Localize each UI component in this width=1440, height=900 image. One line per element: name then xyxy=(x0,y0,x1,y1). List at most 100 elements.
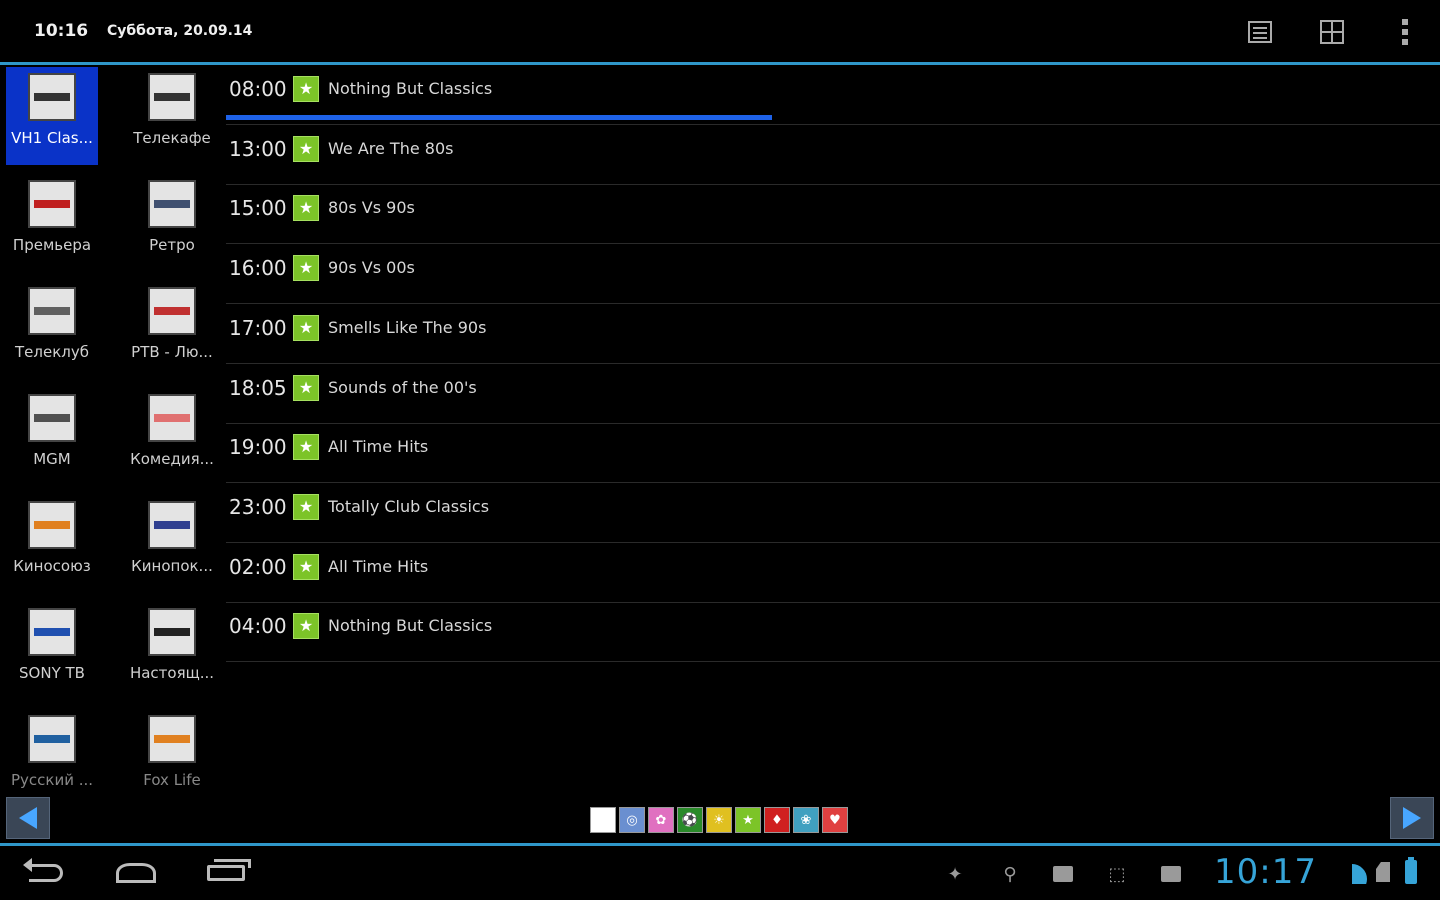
recent-apps-button[interactable] xyxy=(198,856,254,890)
channel-name: Русский ... xyxy=(10,771,94,789)
program-row[interactable]: 17:00 ★ Smells Like The 90s xyxy=(226,304,1440,364)
channel-name: Киносоюз xyxy=(13,557,91,575)
channel-name: Телекафе xyxy=(133,129,211,147)
screen-rotate-icon: ⬚ xyxy=(1108,863,1126,885)
star-icon: ★ xyxy=(293,493,319,520)
channel-name: Премьера xyxy=(12,236,92,254)
star-icon: ★ xyxy=(293,255,319,282)
channel-name: Комедия... xyxy=(130,450,214,468)
program-time: 18:05 xyxy=(229,375,287,400)
channel-logo xyxy=(28,608,76,656)
program-progress-bar xyxy=(226,115,1440,120)
channel-logo xyxy=(148,73,196,121)
channel-name: Ретро xyxy=(149,236,195,254)
program-title: 90s Vs 00s xyxy=(328,258,415,278)
grid-view-button[interactable] xyxy=(1312,12,1352,52)
download-done-icon xyxy=(1050,862,1076,886)
battery-icon xyxy=(1405,857,1417,884)
arrow-right-icon xyxy=(1403,807,1421,829)
program-time: 02:00 xyxy=(229,554,287,579)
channel-name: SONY ТВ xyxy=(19,664,85,682)
star-icon: ★ xyxy=(293,553,319,580)
channel-logo xyxy=(148,715,196,763)
globe-filter-icon[interactable]: ◎ xyxy=(619,807,645,833)
program-row[interactable]: 16:00 ★ 90s Vs 00s xyxy=(226,244,1440,305)
channel-tile[interactable]: Премьера xyxy=(6,174,98,272)
header-date: Суббота, 20.09.14 xyxy=(107,23,253,39)
program-title: We Are The 80s xyxy=(328,138,454,158)
channel-tile[interactable]: Настоящ... xyxy=(126,602,218,700)
channel-tile[interactable]: Телекафе xyxy=(126,67,218,165)
channel-logo xyxy=(28,715,76,763)
back-icon xyxy=(23,858,63,882)
program-list: 08:00 ★ Nothing But Classics 13:00 ★ We Are T… xyxy=(226,65,1440,665)
channel-name: Кинопок... xyxy=(131,557,213,575)
red-filter-icon[interactable]: ♦ xyxy=(764,807,790,833)
channel-name: VH1 Clas... xyxy=(11,129,93,147)
back-button[interactable] xyxy=(18,856,74,890)
program-row[interactable]: 15:00 ★ 80s Vs 90s xyxy=(226,184,1440,245)
channel-logo xyxy=(148,608,196,656)
sport-filter-icon[interactable]: ⚽ xyxy=(677,807,703,833)
program-row[interactable]: 13:00 ★ We Are The 80s xyxy=(226,125,1440,185)
channel-logo xyxy=(148,394,196,442)
program-row[interactable]: 02:00 ★ All Time Hits xyxy=(226,543,1440,603)
star-icon: ★ xyxy=(293,613,319,640)
star-icon: ★ xyxy=(293,434,319,461)
blank-filter-icon[interactable] xyxy=(590,807,616,833)
channel-logo xyxy=(28,394,76,442)
program-time: 16:00 xyxy=(229,256,287,281)
channel-grid: VH1 Clas... Телекафе Премьера Ретро Телеклуб… xyxy=(0,65,226,790)
program-row[interactable]: 19:00 ★ All Time Hits xyxy=(226,423,1440,484)
recent-apps-icon xyxy=(207,859,251,881)
pink-filter-icon[interactable]: ✿ xyxy=(648,807,674,833)
program-title: Smells Like The 90s xyxy=(328,317,487,337)
usb-icon: ⚲ xyxy=(1003,863,1017,885)
channel-logo xyxy=(28,73,76,121)
star-filter-icon[interactable]: ★ xyxy=(735,807,761,833)
android-debug-icon: ✦ xyxy=(947,863,963,885)
program-time: 08:00 xyxy=(229,77,287,101)
channel-tile[interactable]: Ретро xyxy=(126,174,218,272)
channel-name: Настоящ... xyxy=(129,664,215,682)
heart-filter-icon[interactable]: ♥ xyxy=(822,807,848,833)
channel-tile[interactable]: VH1 Clas... xyxy=(6,67,98,165)
program-row[interactable]: 04:00 ★ Nothing But Classics xyxy=(226,602,1440,663)
yellow-filter-icon[interactable]: ☀ xyxy=(706,807,732,833)
program-time: 13:00 xyxy=(229,136,287,161)
star-icon: ★ xyxy=(293,76,319,102)
channel-tile[interactable]: Киносоюз xyxy=(6,495,98,593)
next-channel-button[interactable] xyxy=(1390,797,1434,839)
star-icon: ★ xyxy=(293,135,319,162)
program-title: Nothing But Classics xyxy=(328,616,493,636)
list-view-button[interactable] xyxy=(1240,12,1280,52)
program-row[interactable]: 18:05 ★ Sounds of the 00's xyxy=(226,364,1440,424)
program-time: 19:00 xyxy=(229,435,287,460)
channel-name: Телеклуб xyxy=(15,343,89,361)
program-title: All Time Hits xyxy=(328,556,429,576)
channel-logo xyxy=(28,287,76,335)
channel-tile[interactable]: Комедия... xyxy=(126,388,218,486)
channel-tile[interactable]: Телеклуб xyxy=(6,281,98,379)
star-icon: ★ xyxy=(293,374,319,401)
header-time: 10:16 xyxy=(34,21,89,41)
channel-tile[interactable]: SONY ТВ xyxy=(6,602,98,700)
program-title: Sounds of the 00's xyxy=(328,377,477,397)
channel-tile[interactable]: MGM xyxy=(6,388,98,486)
program-progress-fill xyxy=(226,115,773,120)
system-clock: 10:17 xyxy=(1214,852,1317,892)
program-row[interactable]: 23:00 ★ Totally Club Classics xyxy=(226,483,1440,543)
program-row[interactable]: 08:00 ★ Nothing But Classics xyxy=(226,65,1440,125)
home-button[interactable] xyxy=(108,856,164,890)
channel-tile[interactable]: Кинопок... xyxy=(126,495,218,593)
previous-channel-button[interactable] xyxy=(6,797,50,839)
overflow-menu-button[interactable] xyxy=(1385,12,1425,52)
channel-logo xyxy=(148,180,196,228)
channel-tile[interactable]: РТВ - Лю... xyxy=(126,281,218,379)
nature-filter-icon[interactable]: ❀ xyxy=(793,807,819,833)
channel-name: Fox Life xyxy=(143,771,201,789)
action-bar: 10:16 Суббота, 20.09.14 xyxy=(0,0,1440,65)
program-title: Nothing But Classics xyxy=(328,79,493,98)
grid-view-icon xyxy=(1320,20,1344,44)
channel-logo xyxy=(28,180,76,228)
